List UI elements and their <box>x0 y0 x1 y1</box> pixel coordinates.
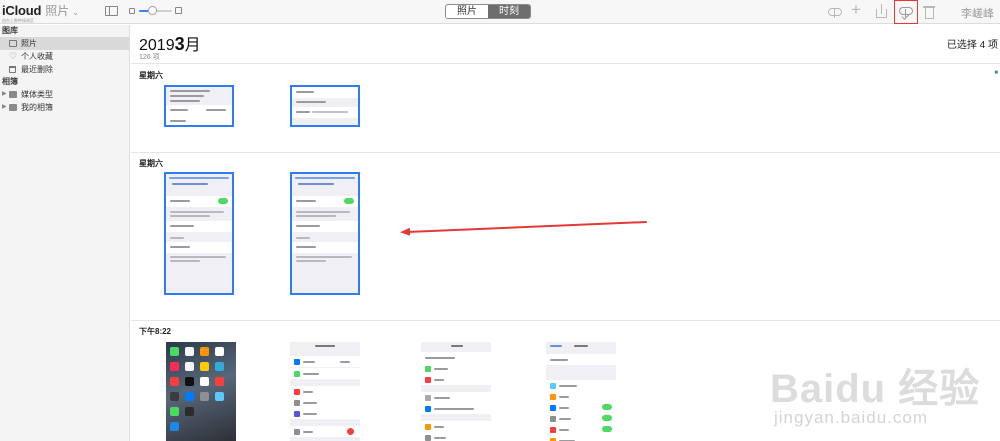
disclosure-triangle-icon[interactable]: ▶ <box>2 101 7 114</box>
sidebar-item-my-albums[interactable]: ▶ 我的相簿 <box>0 101 129 114</box>
tab-moments[interactable]: 时刻 <box>488 5 530 18</box>
trash-icon[interactable] <box>923 4 935 19</box>
sidebar-item-label: 最近删除 <box>21 65 53 74</box>
zoom-out-icon[interactable] <box>129 8 135 14</box>
toolbar: iCloud 照片 ⌄ 由台上数种接收区 照片 时刻 + 李嵯峰 <box>0 0 1000 24</box>
divider <box>131 320 1000 321</box>
sidebar-toggle-icon[interactable] <box>105 6 118 16</box>
share-icon[interactable] <box>875 4 888 19</box>
zoom-slider-knob[interactable] <box>148 6 157 15</box>
divider <box>131 152 1000 153</box>
photo-thumbnail[interactable] <box>546 342 616 441</box>
photo-thumbnail[interactable] <box>290 172 360 295</box>
title-month: 3 <box>174 34 185 54</box>
section-label: 星期六 <box>139 71 163 80</box>
sidebar-item-label: 媒体类型 <box>21 90 53 99</box>
add-icon[interactable]: + <box>851 1 861 18</box>
albums-header: 相簿 <box>2 77 18 86</box>
photo-thumbnail[interactable] <box>166 342 236 441</box>
library-header: 图库 <box>2 26 18 35</box>
section-marker: ■ <box>994 70 998 76</box>
photos-icon <box>9 40 17 47</box>
title-month-unit: 月 <box>184 37 201 54</box>
photo-thumbnail[interactable] <box>164 172 234 295</box>
sidebar-item-photos[interactable]: 照片 <box>0 37 129 50</box>
sidebar-item-label: 照片 <box>21 39 37 48</box>
baidu-watermark: Baidu 经验 jingyan.baidu.com <box>770 356 995 436</box>
tab-photos[interactable]: 照片 <box>446 5 488 18</box>
annotation-arrow-head <box>399 227 411 237</box>
user-name[interactable]: 李嵯峰 <box>961 5 994 21</box>
sidebar-item-favorites[interactable]: ♡ 个人收藏 <box>0 50 129 63</box>
view-segmented-control: 照片 时刻 <box>445 4 531 19</box>
disclosure-triangle-icon[interactable]: ▶ <box>2 88 7 101</box>
selected-count: 已选择 4 项 <box>946 40 998 51</box>
sidebar: 图库 照片 ♡ 个人收藏 最近删除 相簿 ▶ 媒体类型 ▶ 我的相簿 <box>0 25 130 441</box>
section-label: 下午8:22 <box>139 327 172 336</box>
item-count: 126 项 <box>139 54 160 61</box>
sidebar-item-label: 个人收藏 <box>21 52 53 61</box>
folder-icon <box>9 91 17 98</box>
divider <box>131 63 1000 64</box>
watermark-brand: Baidu 经验 <box>770 367 981 411</box>
photo-thumbnail[interactable] <box>421 342 491 441</box>
highlight-annotation <box>894 0 918 24</box>
photo-thumbnail[interactable] <box>290 342 360 441</box>
sidebar-item-label: 我的相簿 <box>21 103 53 112</box>
upload-cloud-icon[interactable] <box>826 3 844 21</box>
sidebar-item-recently-deleted[interactable]: 最近删除 <box>0 63 129 76</box>
photo-thumbnail[interactable] <box>290 85 360 127</box>
section-label: 星期六 <box>139 159 163 168</box>
folder-icon <box>9 104 17 111</box>
chevron-down-icon[interactable]: ⌄ <box>72 8 79 17</box>
zoom-in-icon[interactable] <box>175 7 182 14</box>
sidebar-item-media-types[interactable]: ▶ 媒体类型 <box>0 88 129 101</box>
app-name: 照片 <box>45 4 70 18</box>
trash-icon <box>9 66 16 73</box>
icloud-label: iCloud <box>2 3 42 18</box>
app-brand[interactable]: iCloud 照片 ⌄ 由台上数种接收区 <box>2 2 79 24</box>
photo-thumbnail[interactable] <box>164 85 234 127</box>
heart-icon: ♡ <box>9 51 18 61</box>
watermark-url: jingyan.baidu.com <box>774 408 929 427</box>
